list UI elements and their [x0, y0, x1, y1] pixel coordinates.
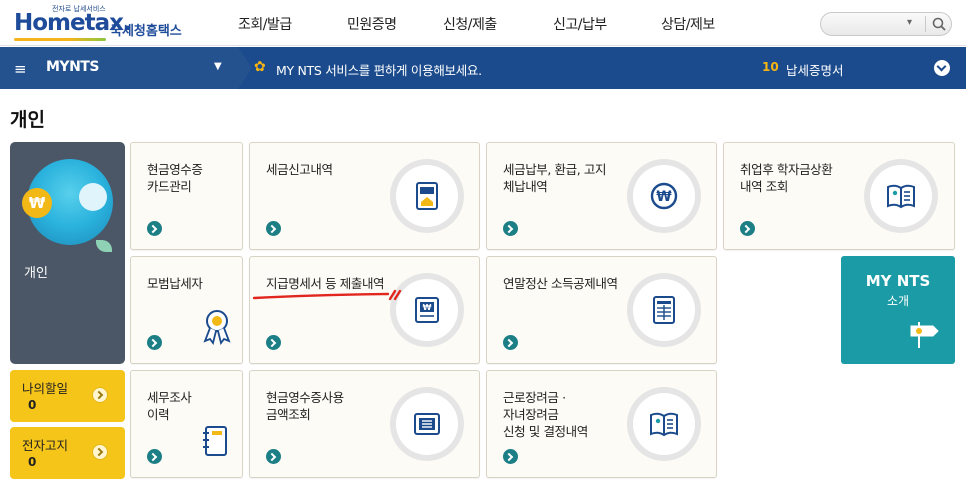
arrow-circle-icon: [147, 449, 162, 464]
card-payment-statement-history[interactable]: 지급명세서 등 제출내역 ₩: [249, 256, 480, 364]
spreadsheet-icon: [627, 273, 701, 347]
arrow-circle-icon: [266, 335, 281, 350]
card-title: 연말정산 소득공제내역: [503, 276, 618, 291]
card-tax-audit-history[interactable]: 세무조사 이력: [130, 370, 243, 478]
search-icon[interactable]: [931, 16, 947, 32]
mynts-intro-subtitle: 소개: [886, 294, 910, 308]
todo-label: 나의할일: [22, 381, 69, 396]
notebook-icon: [203, 426, 227, 456]
chevron-right-icon: [92, 444, 108, 460]
ebill-count: 0: [28, 455, 37, 469]
card-year-end-deduction[interactable]: 연말정산 소득공제내역: [486, 256, 717, 364]
hamburger-icon: ≡: [14, 60, 27, 78]
arrow-circle-icon: [147, 221, 162, 236]
card-title: 세무조사 이력: [147, 390, 192, 422]
mynts-intro-card[interactable]: MY NTS 소개: [841, 256, 955, 364]
card-payment-refund-history[interactable]: 세금납부, 환급, 고지 체납내역 ₩: [486, 142, 717, 250]
tax-certificate-link[interactable]: 납세증명서: [786, 60, 844, 79]
signpost-icon: [910, 322, 939, 348]
arrow-circle-icon: [266, 449, 281, 464]
card-earned-income-incentive[interactable]: 근로장려금 · 자녀장려금 신청 및 결정내역: [486, 370, 717, 478]
won-coin-icon: ₩: [627, 159, 701, 233]
character-face-icon: [79, 183, 107, 211]
arrow-circle-icon: [503, 221, 518, 236]
card-student-loan[interactable]: 취업후 학자금상환 내역 조회: [723, 142, 955, 250]
arrow-circle-icon: [266, 221, 281, 236]
search-divider: [925, 16, 926, 32]
tax-document-icon: [390, 159, 464, 233]
search-input[interactable]: ▾: [820, 12, 952, 36]
card-title: 세금납부, 환급, 고지 체납내역: [503, 162, 607, 194]
receipt-list-icon: [390, 387, 464, 461]
flower-icon: ✿: [254, 59, 266, 75]
arrow-circle-icon: [503, 449, 518, 464]
personal-profile-panel[interactable]: ₩ 개인: [10, 142, 125, 364]
card-title: 현금영수증사용 금액조회: [266, 390, 344, 422]
svg-text:₩: ₩: [423, 303, 432, 312]
card-title: 취업후 학자금상환 내역 조회: [740, 162, 833, 194]
gnb-inquiry[interactable]: 조회/발급: [238, 14, 292, 34]
mynts-brand: MYNTS: [46, 59, 99, 75]
card-title: 모범납세자: [147, 276, 203, 291]
card-cash-receipt-amount[interactable]: 현금영수증사용 금액조회: [249, 370, 480, 478]
card-model-taxpayer[interactable]: 모범납세자: [130, 256, 243, 364]
arrow-circle-icon: [503, 335, 518, 350]
card-title: 세금신고내역: [266, 162, 333, 177]
todo-count: 0: [28, 398, 37, 412]
profile-label: 개인: [24, 266, 48, 281]
gnb-application[interactable]: 신청/제출: [443, 14, 497, 34]
page-title: 개인: [10, 109, 45, 131]
ebill-label: 전자고지: [22, 438, 69, 453]
card-cash-receipt-card[interactable]: 현금영수증 카드관리: [130, 142, 243, 250]
mynts-intro-title: MY NTS: [865, 272, 931, 290]
mynts-navbar: ≡ MYNTS ▼ ✿ MY NTS 서비스를 편하게 이용해보세요. 10 납…: [0, 47, 966, 89]
logo-swoosh: [14, 38, 106, 41]
mynts-menu-button[interactable]: ≡ MYNTS ▼: [0, 47, 252, 89]
won-statement-icon: ₩: [390, 273, 464, 347]
gnb-report-payment[interactable]: 신고/납부: [553, 14, 607, 34]
mynts-notice: MY NTS 서비스를 편하게 이용해보세요.: [276, 63, 482, 78]
card-tax-return-history[interactable]: 세금신고내역: [249, 142, 480, 250]
expand-circle-icon[interactable]: [934, 60, 950, 76]
todo-button[interactable]: 나의할일 0: [10, 370, 125, 422]
hometax-logo[interactable]: 전자로 납세서비스 Hometax. 국세청홈택스: [14, 4, 194, 42]
red-underline-annotation: [252, 289, 402, 301]
gnb-consulting[interactable]: 상담/제보: [661, 14, 715, 34]
cert-count: 10: [762, 60, 779, 74]
chevron-right-icon: [92, 387, 108, 403]
award-ribbon-icon: [203, 310, 231, 345]
open-book-icon: [864, 159, 938, 233]
card-title: 현금영수증 카드관리: [147, 162, 203, 194]
arrow-circle-icon: [147, 335, 162, 350]
leaf-icon: [96, 240, 112, 252]
search-dropdown-icon[interactable]: ▾: [907, 17, 912, 28]
ebill-button[interactable]: 전자고지 0: [10, 427, 125, 479]
svg-text:₩: ₩: [656, 189, 672, 205]
logo-korean-name: 국세청홈택스: [110, 24, 182, 39]
chevron-down-icon: ▼: [214, 61, 222, 72]
top-header: 전자로 납세서비스 Hometax. 국세청홈택스 조회/발급 민원증명 신청/…: [0, 0, 966, 46]
open-book-icon: [627, 387, 701, 461]
arrow-circle-icon: [740, 221, 755, 236]
card-title: 근로장려금 · 자녀장려금 신청 및 결정내역: [503, 390, 588, 439]
gnb-certificate[interactable]: 민원증명: [347, 14, 397, 34]
won-coin-icon: ₩: [22, 188, 52, 218]
